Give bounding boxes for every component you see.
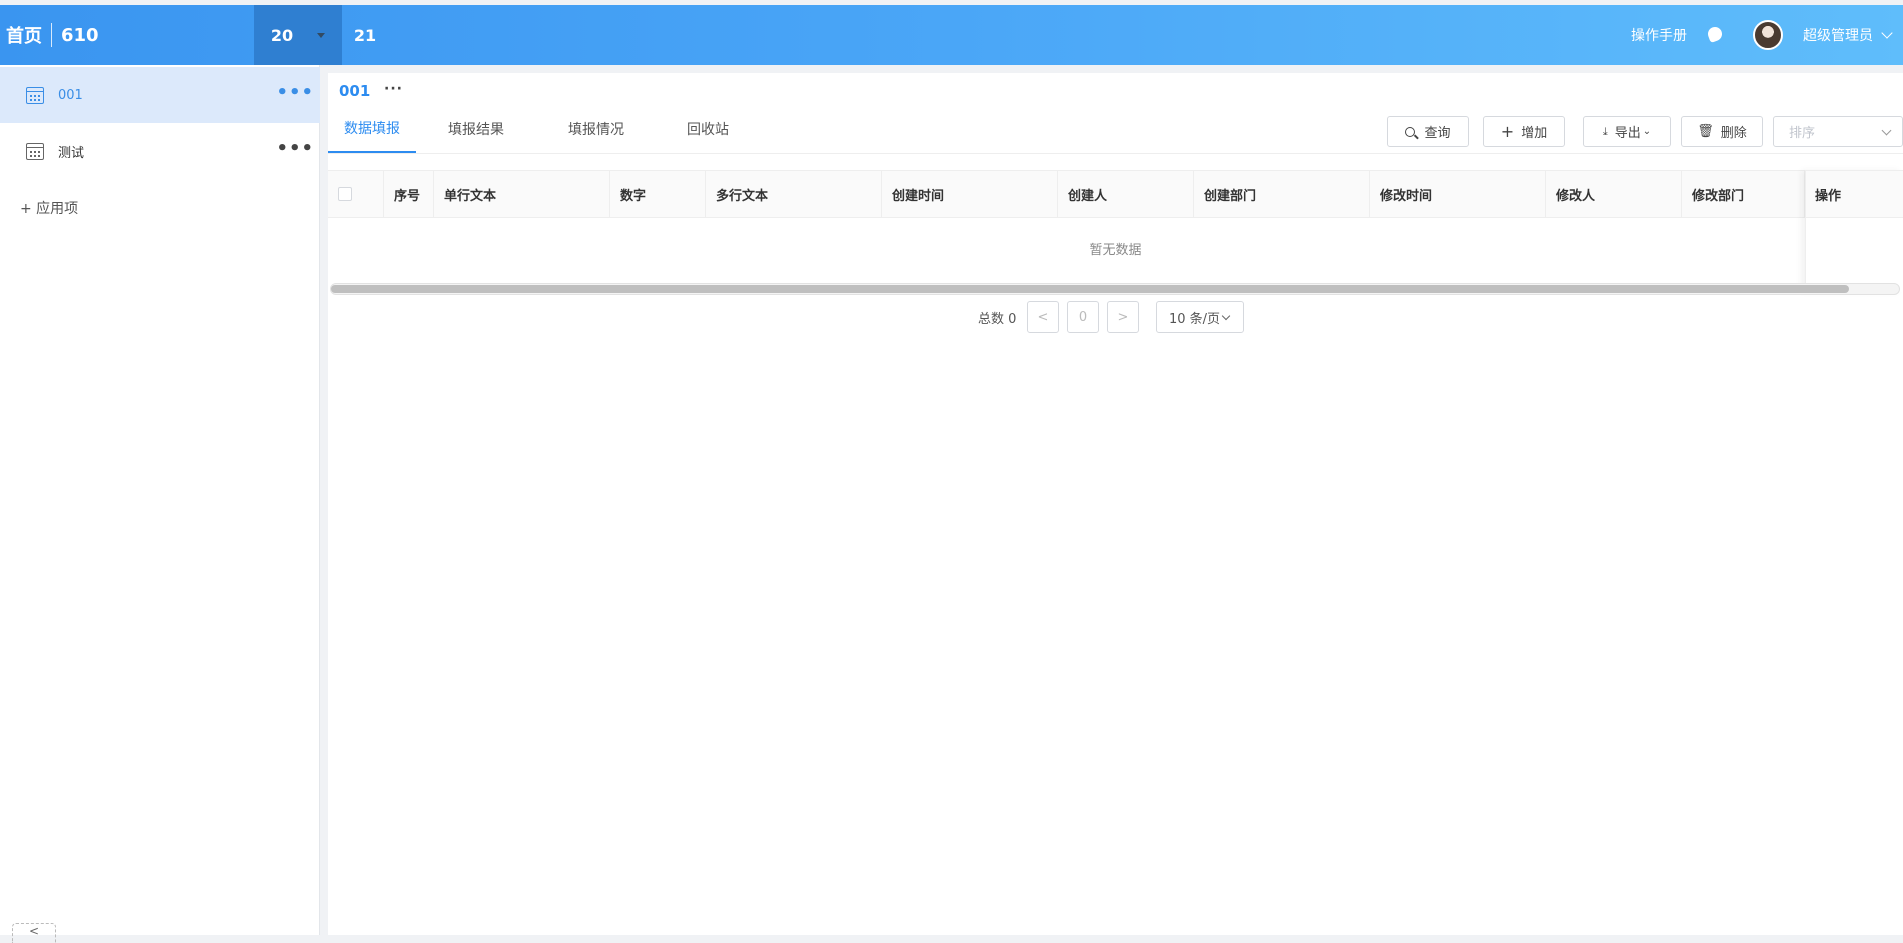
export-label: 导出	[1614, 126, 1641, 141]
delete-button[interactable]: 🗑 删除	[1681, 116, 1763, 147]
empty-state: 暂无数据	[1089, 242, 1142, 258]
column-header[interactable]: 修改人	[1546, 171, 1682, 217]
add-app-button[interactable]: + 应用项	[20, 198, 78, 218]
main-panel: 001 ··· 数据填报 填报结果 填报情况 回收站 查询 + 增加 ⤓ 导出 …	[328, 73, 1903, 935]
nav-tab-21[interactable]: 21	[342, 5, 388, 65]
horizontal-scrollbar[interactable]	[330, 283, 1900, 295]
column-header[interactable]: 单行文本	[434, 171, 610, 217]
query-label: 查询	[1424, 126, 1451, 141]
avatar[interactable]	[1753, 20, 1783, 50]
nav-tab-label: 20	[270, 25, 294, 45]
column-header[interactable]: 创建部门	[1194, 171, 1370, 217]
export-button[interactable]: ⤓ 导出 ⌄	[1583, 116, 1671, 147]
chevron-down-icon[interactable]	[1881, 27, 1893, 39]
sidebar-item-label: 001	[58, 87, 83, 103]
top-header: 首页 610 20 21 操作手册 超级管理员	[0, 5, 1903, 65]
sidebar-item-001[interactable]: 001 •••	[0, 67, 320, 123]
scrollbar-thumb[interactable]	[331, 285, 1849, 293]
page-title: 001	[339, 82, 371, 100]
trash-icon: 🗑	[1697, 124, 1714, 139]
delete-label: 删除	[1720, 126, 1747, 141]
sort-select[interactable]: 排序	[1773, 116, 1903, 147]
tab-recycle-bin[interactable]: 回收站	[656, 105, 760, 153]
add-label: 增加	[1521, 126, 1548, 141]
column-header[interactable]: 创建时间	[882, 171, 1058, 217]
calendar-icon	[26, 86, 44, 104]
tab-data-entry[interactable]: 数据填报	[328, 105, 416, 153]
column-header[interactable]: 修改时间	[1370, 171, 1546, 217]
title-more-icon[interactable]: ···	[384, 81, 403, 97]
download-icon: ⤓	[1602, 124, 1608, 138]
chevron-down-icon: ⌄	[1642, 126, 1652, 137]
table-header: 序号 单行文本 数字 多行文本 创建时间 创建人 创建部门 修改时间 修改人 修…	[328, 170, 1903, 218]
sidebar-item-test[interactable]: 测试 •••	[0, 123, 320, 179]
column-header[interactable]: 数字	[610, 171, 706, 217]
nav-tab-20[interactable]: 20	[254, 5, 342, 65]
collapse-sidebar-button[interactable]: <	[12, 923, 56, 943]
home-link[interactable]: 首页	[6, 22, 42, 48]
notification-icon[interactable]	[1707, 26, 1725, 44]
search-icon	[1405, 126, 1416, 137]
calendar-icon	[26, 142, 44, 160]
header-right: 操作手册 超级管理员	[1631, 5, 1893, 65]
select-all-checkbox[interactable]	[338, 187, 352, 201]
add-button[interactable]: + 增加	[1483, 116, 1565, 147]
user-name[interactable]: 超级管理员	[1803, 25, 1873, 45]
chevron-down-icon	[1221, 311, 1231, 320]
page-size-label: 10 条/页	[1169, 311, 1221, 327]
sidebar-item-label: 测试	[58, 145, 85, 161]
plus-icon: +	[1500, 122, 1515, 141]
tab-entry-results[interactable]: 填报结果	[416, 105, 536, 153]
brand: 首页 610	[6, 5, 99, 65]
query-button[interactable]: 查询	[1387, 116, 1469, 147]
manual-link[interactable]: 操作手册	[1631, 25, 1687, 45]
tab-entry-status[interactable]: 填报情况	[536, 105, 656, 153]
brand-divider	[51, 23, 52, 47]
tab-divider	[328, 153, 1903, 154]
select-all-cell	[328, 171, 384, 217]
nav-tab-label: 21	[353, 25, 377, 45]
caret-down-icon[interactable]	[317, 32, 326, 38]
total-count: 总数 0	[978, 312, 1017, 327]
prev-page-button[interactable]: <	[1027, 301, 1059, 333]
column-header[interactable]: 多行文本	[706, 171, 882, 217]
column-header[interactable]: 修改部门	[1682, 171, 1805, 217]
next-page-button[interactable]: >	[1107, 301, 1139, 333]
page-number-input[interactable]: 0	[1067, 301, 1099, 333]
tab-bar: 数据填报 填报结果 填报情况 回收站	[328, 105, 760, 153]
column-header[interactable]: 序号	[384, 171, 434, 217]
sidebar: 001 ••• 测试 ••• + 应用项 <	[0, 65, 320, 943]
page-size-select[interactable]: 10 条/页	[1156, 301, 1244, 333]
more-icon[interactable]: •••	[276, 140, 314, 158]
sort-placeholder: 排序	[1789, 126, 1816, 141]
pagination: 总数 0 < 0 > 10 条/页	[328, 301, 1903, 333]
column-header[interactable]: 创建人	[1058, 171, 1194, 217]
chevron-down-icon	[1881, 125, 1892, 136]
app-id: 610	[61, 24, 99, 46]
more-icon[interactable]: •••	[276, 84, 314, 102]
